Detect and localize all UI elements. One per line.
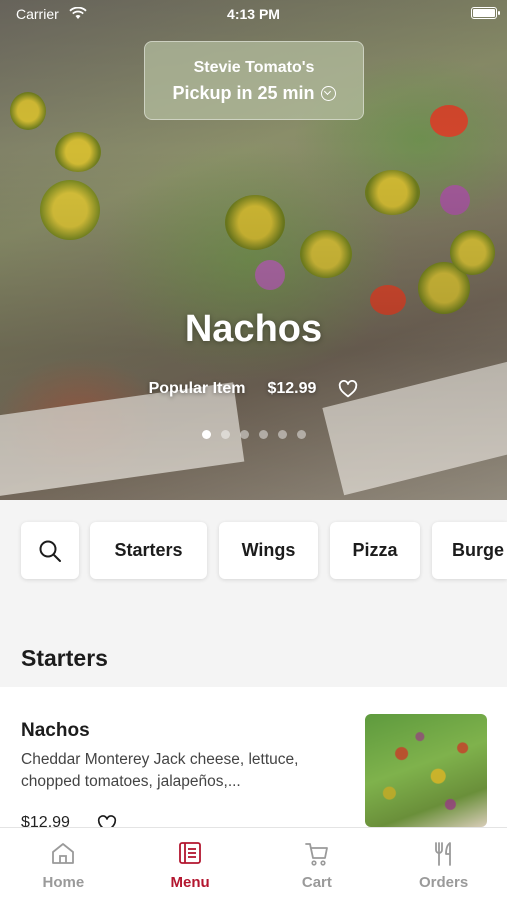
tab-orders[interactable]: Orders [380,828,507,900]
tab-menu-label: Menu [170,874,210,891]
store-name: Stevie Tomato's [193,59,315,76]
orders-icon [434,842,451,866]
carousel-dot[interactable] [201,430,211,439]
hero-title: Nachos [184,308,323,350]
heart-icon[interactable] [338,380,358,398]
category-wings[interactable]: Wings [219,522,318,579]
section-title: Starters [21,645,108,671]
tab-cart[interactable]: Cart [254,828,381,900]
cart-icon [304,843,328,866]
pickup-selector[interactable]: Stevie Tomato's Pickup in 25 min [144,41,364,120]
item-description: Cheddar Monterey Jack cheese, lettuce, c… [21,751,299,790]
status-bar: Carrier 4:13 PM [0,0,507,28]
home-icon [52,843,75,864]
item-name: Nachos [21,720,90,741]
tab-cart-label: Cart [301,874,332,891]
tab-orders-label: Orders [419,874,469,891]
category-pizza[interactable]: Pizza [330,522,420,579]
carousel-dot[interactable] [239,430,249,439]
tab-home[interactable]: Home [0,828,127,900]
carousel-dot[interactable] [220,430,230,439]
search-button[interactable] [21,522,79,579]
carousel-dot[interactable] [277,430,287,439]
category-bar[interactable]: Starters Wings Pizza Burge [0,500,507,600]
item-image [365,714,487,827]
hero-banner[interactable]: Carrier 4:13 PM Stevie Tomato's Pickup i… [0,0,507,500]
carousel-dots[interactable] [0,430,507,439]
menu-item-card[interactable]: Nachos Cheddar Monterey Jack cheese, let… [0,687,507,833]
carousel-dot[interactable] [258,430,268,439]
category-burgers[interactable]: Burge [432,522,507,579]
category-starters[interactable]: Starters [90,522,207,579]
popular-tag: Popular Item [148,380,246,397]
menu-icon [179,842,202,864]
hero-meta: Popular Item $12.99 [0,380,507,398]
carousel-dot[interactable] [296,430,306,439]
hero-price: $12.99 [267,380,317,397]
battery-icon [471,7,500,19]
chevron-down-icon [320,86,336,101]
pickup-eta-row: Pickup in 25 min [145,83,363,104]
tab-home-label: Home [42,874,85,891]
tab-bar: Home Menu Cart Orders [0,827,507,900]
pickup-eta: Pickup in 25 min [172,83,315,103]
search-icon [39,540,61,562]
tab-menu[interactable]: Menu [127,828,254,900]
status-time: 4:13 PM [227,6,280,22]
